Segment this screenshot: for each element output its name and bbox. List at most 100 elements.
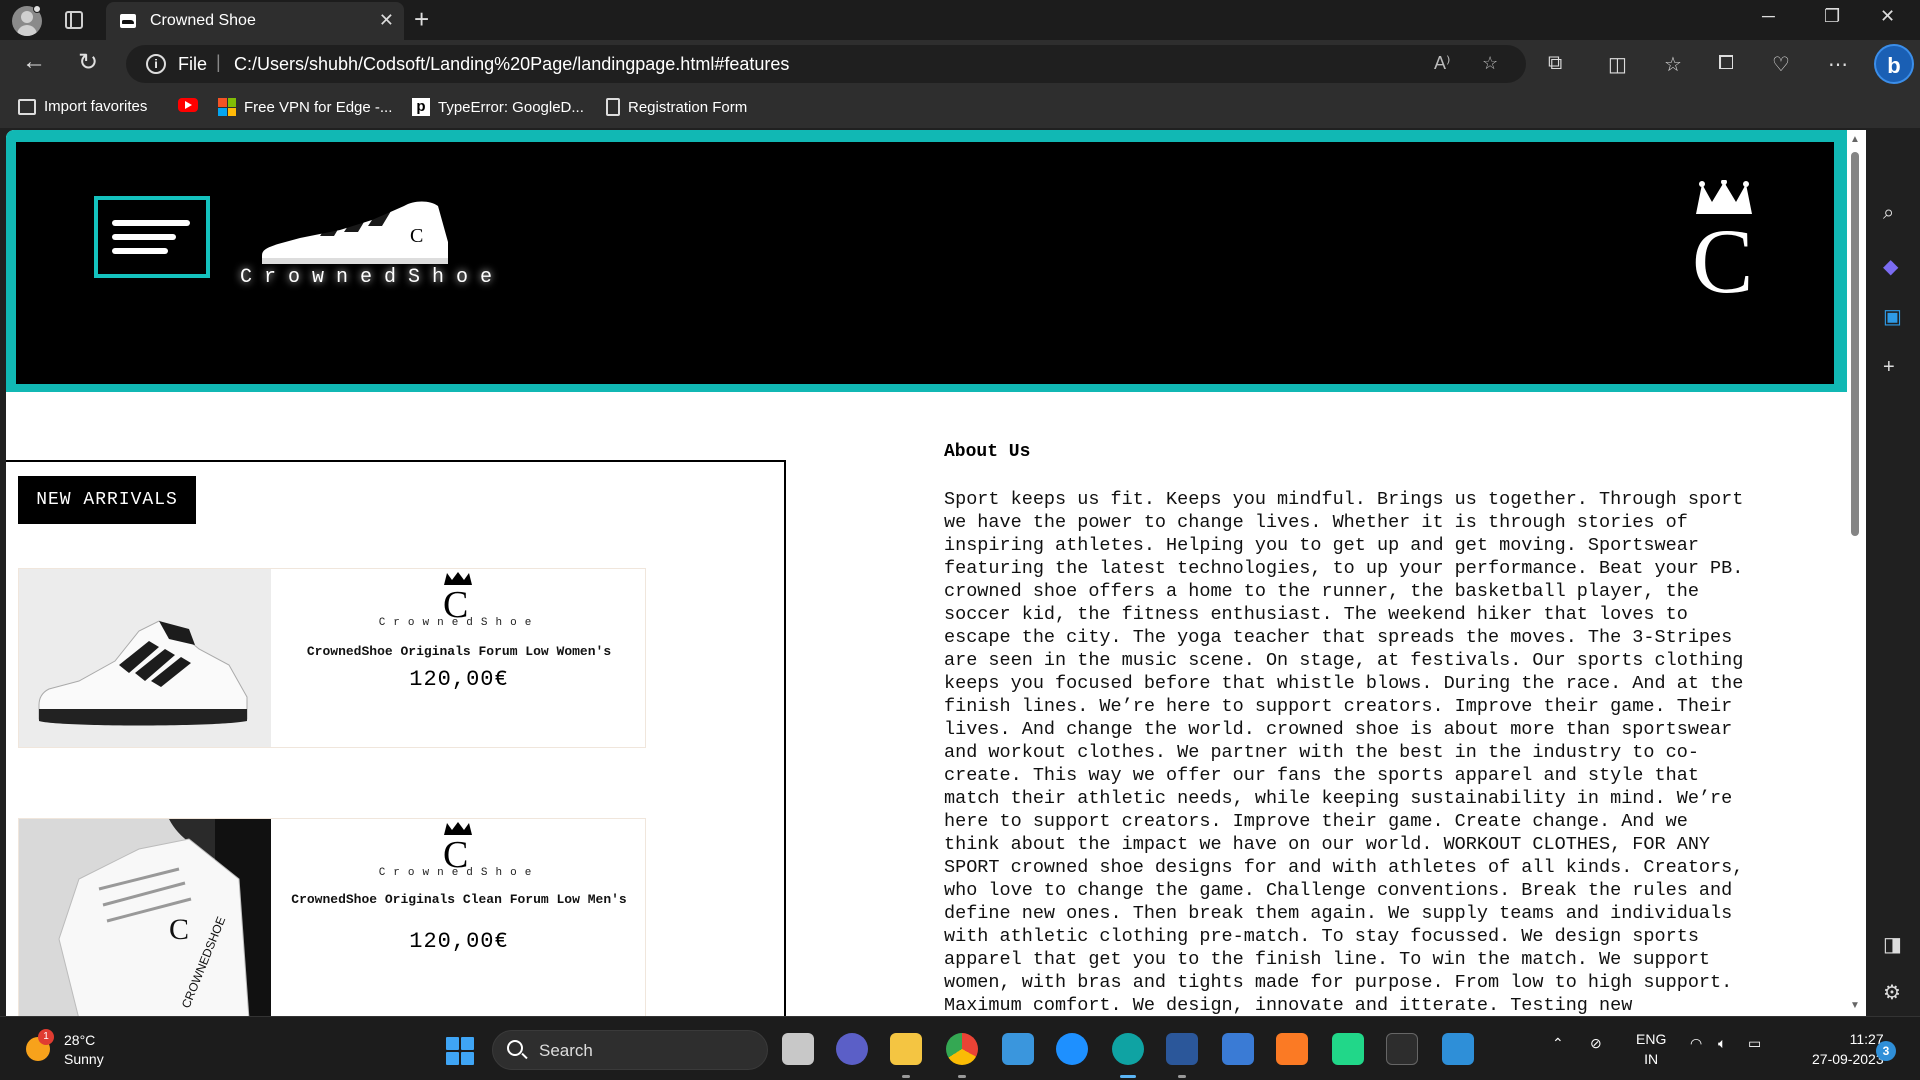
product-price: 120,00€ (409, 667, 509, 692)
extensions-icon[interactable]: ⧉ (1548, 52, 1562, 75)
favorite-import[interactable]: Import favorites (18, 98, 147, 115)
document-icon (606, 98, 620, 116)
add-sidebar-icon[interactable]: + (1883, 356, 1895, 379)
favorite-label: TypeError: GoogleD... (438, 98, 584, 116)
notification-badge[interactable]: 3 (1876, 1041, 1896, 1061)
bing-copilot-icon[interactable]: b (1874, 44, 1914, 84)
hamburger-menu-button[interactable] (94, 196, 210, 278)
favorite-registration[interactable]: Registration Form (606, 98, 747, 116)
active-tab[interactable]: Crowned Shoe ✕ (106, 2, 404, 40)
weather-text: 28°C Sunny (64, 1031, 144, 1069)
read-aloud-icon[interactable]: A⁾ (1434, 53, 1450, 74)
product-name: CrownedShoe Originals Clean Forum Low Me… (291, 892, 627, 907)
active-indicator (1120, 1075, 1136, 1078)
pycharm-icon[interactable] (1332, 1033, 1364, 1065)
scroll-down-icon[interactable]: ▼ (1850, 1000, 1860, 1011)
network-off-icon[interactable]: ⊘ (1590, 1035, 1602, 1052)
sidebar-settings-icon[interactable]: ⚙ (1883, 980, 1901, 1005)
show-hidden-icons-icon[interactable]: ⌃ (1552, 1035, 1564, 1052)
favorites-bar: Import favorites Free VPN for Edge -... … (0, 88, 1920, 128)
new-tab-icon[interactable]: + (414, 4, 429, 35)
url-separator: | (216, 52, 221, 72)
refresh-icon[interactable]: ↻ (78, 48, 98, 77)
split-screen-icon[interactable]: ◫ (1608, 52, 1627, 77)
tab-close-icon[interactable]: ✕ (379, 10, 394, 31)
favorite-label: Registration Form (628, 98, 748, 116)
tab-title: Crowned Shoe (150, 12, 256, 29)
minimize-icon[interactable]: ─ (1762, 6, 1775, 27)
page-scrollbar[interactable]: ▲ ▼ (1847, 130, 1862, 1016)
info-icon[interactable]: i (146, 54, 166, 74)
tips-icon[interactable] (1056, 1033, 1088, 1065)
language-indicator[interactable]: ENG IN (1636, 1029, 1666, 1069)
clock-date: 27-09-2023 (1812, 1051, 1884, 1067)
product-name: CrownedShoe Originals Forum Low Women's (306, 644, 612, 659)
favorite-star-icon[interactable]: ☆ (1482, 53, 1498, 74)
favorite-label: Free VPN for Edge -... (244, 98, 393, 116)
window-close-icon[interactable]: ✕ (1880, 6, 1895, 27)
scroll-thumb[interactable] (1851, 152, 1859, 536)
taskbar-search[interactable]: Search (492, 1030, 768, 1070)
back-icon[interactable]: ← (22, 48, 46, 76)
more-options-icon[interactable]: ⋯ (1828, 52, 1848, 77)
menu-bar-icon (112, 220, 190, 226)
about-body-text: Sport keeps us fit. Keeps you mindful. B… (944, 489, 1744, 1016)
running-indicator (1178, 1075, 1186, 1078)
copilot-icon[interactable]: ◆ (1883, 254, 1898, 279)
volume-icon[interactable]: 🔈︎ (1718, 1035, 1726, 1052)
product-brand: CrownedShoe (378, 617, 540, 629)
svg-text:C: C (410, 225, 423, 247)
teams-chat-icon[interactable] (836, 1033, 868, 1065)
file-explorer-icon[interactable] (890, 1033, 922, 1065)
edge-sidebar: ⌕ ◆ ▣ + ◨ ⚙ (1866, 128, 1920, 1016)
product-price: 120,00€ (409, 929, 509, 954)
favorite-vpn[interactable]: Free VPN for Edge -... (218, 98, 392, 116)
product-info: C CrownedShoe CrownedShoe Originals Clea… (271, 819, 647, 997)
word-icon[interactable] (1166, 1033, 1198, 1065)
performance-icon[interactable]: ♡ (1772, 52, 1790, 77)
header-inner: C CrownedShoe C (16, 142, 1834, 384)
svg-text:C: C (443, 584, 468, 619)
favorite-youtube[interactable] (178, 98, 198, 112)
notepad-icon[interactable] (1222, 1033, 1254, 1065)
clock-time: 11:27 (1849, 1031, 1884, 1047)
terminal-icon[interactable] (1386, 1033, 1418, 1065)
favorites-icon[interactable]: ☆ (1664, 52, 1682, 77)
start-menu-icon[interactable] (446, 1037, 474, 1065)
brand-wordmark: CrownedShoe (240, 266, 505, 289)
shoe-logo-icon[interactable]: C (260, 192, 450, 270)
svg-text:C: C (443, 834, 468, 869)
battery-icon[interactable]: ▭ (1748, 1035, 1761, 1052)
task-view-icon[interactable] (782, 1033, 814, 1065)
site-header: C CrownedShoe C (6, 130, 1848, 392)
product-card[interactable]: C CROWNEDSHOE C CrownedShoe CrownedShoe … (18, 818, 646, 1016)
chrome-icon[interactable] (946, 1033, 978, 1065)
taskbar: 1 28°C Sunny Search ⌃ ⊘ ENG IN ◠ 🔈︎ ▭ 11… (0, 1016, 1920, 1080)
weather-badge: 1 (38, 1029, 54, 1045)
url-text[interactable]: C:/Users/shubh/Codsoft/Landing%20Page/la… (234, 54, 789, 75)
restore-icon[interactable]: ❐ (1824, 6, 1840, 27)
search-icon[interactable]: ⌕ (1883, 202, 1894, 225)
crown-c-logo-icon: C (1692, 180, 1753, 300)
weather-temp: 28°C (64, 1032, 96, 1048)
menu-bar-icon (112, 234, 176, 240)
collections-icon[interactable]: ⧠ (1718, 52, 1734, 75)
address-bar[interactable]: i File | C:/Users/shubh/Codsoft/Landing%… (126, 45, 1526, 83)
scroll-up-icon[interactable]: ▲ (1850, 134, 1860, 145)
tab-actions-icon[interactable] (65, 11, 83, 29)
url-scheme: File (178, 54, 208, 74)
paint-icon[interactable] (1442, 1033, 1474, 1065)
favorite-typeerror[interactable]: p TypeError: GoogleD... (412, 98, 584, 116)
edge-icon[interactable] (1112, 1033, 1144, 1065)
xampp-icon[interactable] (1276, 1033, 1308, 1065)
product-image (19, 569, 271, 747)
p-logo-icon: p (412, 98, 430, 116)
outlook-icon[interactable]: ▣ (1883, 304, 1902, 329)
product-brand: CrownedShoe (378, 867, 540, 879)
new-arrivals-badge: NEW ARRIVALS (18, 476, 196, 524)
product-card[interactable]: C CrownedShoe CrownedShoe Originals Foru… (18, 568, 646, 748)
clock[interactable]: 11:27 27-09-2023 (1812, 1029, 1884, 1069)
wifi-icon[interactable]: ◠ (1690, 1035, 1702, 1052)
microsoft-store-icon[interactable] (1002, 1033, 1034, 1065)
hide-sidebar-icon[interactable]: ◨ (1883, 932, 1902, 957)
